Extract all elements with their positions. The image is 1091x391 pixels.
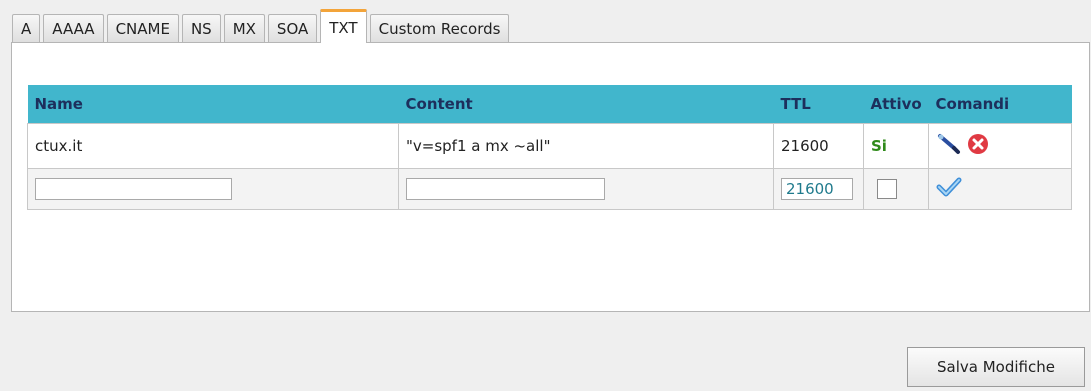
tab-panel: Name Content TTL Attivo Comandi ctux.it … — [11, 42, 1090, 312]
cell-ttl: 21600 — [773, 123, 864, 169]
delete-icon[interactable] — [967, 133, 989, 159]
cell-commands — [928, 123, 1072, 169]
column-header-active: Attivo — [863, 85, 929, 124]
new-record-row — [27, 168, 1072, 210]
tab-ns[interactable]: NS — [181, 14, 221, 43]
new-content-input[interactable] — [406, 178, 605, 200]
table-row: ctux.it "v=spf1 a mx ~all" 21600 Si — [27, 123, 1072, 169]
cell-name: ctux.it — [27, 123, 399, 169]
active-checkbox[interactable] — [877, 179, 897, 199]
new-ttl-cell — [773, 168, 864, 210]
tab-cname[interactable]: CNAME — [106, 14, 179, 43]
new-ttl-input[interactable] — [781, 178, 853, 200]
new-active-cell — [863, 168, 929, 210]
tab-mx[interactable]: MX — [223, 14, 265, 43]
column-header-content: Content — [398, 85, 774, 124]
edit-pencil-icon[interactable] — [936, 133, 962, 159]
column-header-commands: Comandi — [928, 85, 1072, 124]
table-header-row: Name Content TTL Attivo Comandi — [27, 85, 1072, 124]
tab-a[interactable]: A — [12, 14, 41, 43]
new-content-cell — [398, 168, 774, 210]
active-status: Si — [871, 137, 887, 155]
record-type-tabs: A AAAA CNAME NS MX SOA TXT Custom Record… — [12, 9, 512, 43]
column-header-ttl: TTL — [773, 85, 864, 124]
new-commands-cell — [928, 168, 1072, 210]
tab-txt[interactable]: TXT — [320, 9, 367, 43]
save-checkmark-icon[interactable] — [936, 176, 962, 202]
new-name-cell — [27, 168, 399, 210]
save-changes-button[interactable]: Salva Modifiche — [907, 347, 1085, 387]
tab-custom-records[interactable]: Custom Records — [369, 14, 510, 43]
column-header-name: Name — [27, 85, 399, 124]
tab-soa[interactable]: SOA — [267, 14, 318, 43]
new-name-input[interactable] — [35, 178, 232, 200]
cell-active: Si — [863, 123, 929, 169]
txt-records-table: Name Content TTL Attivo Comandi ctux.it … — [27, 85, 1072, 210]
cell-content: "v=spf1 a mx ~all" — [398, 123, 774, 169]
tab-aaaa[interactable]: AAAA — [43, 14, 104, 43]
